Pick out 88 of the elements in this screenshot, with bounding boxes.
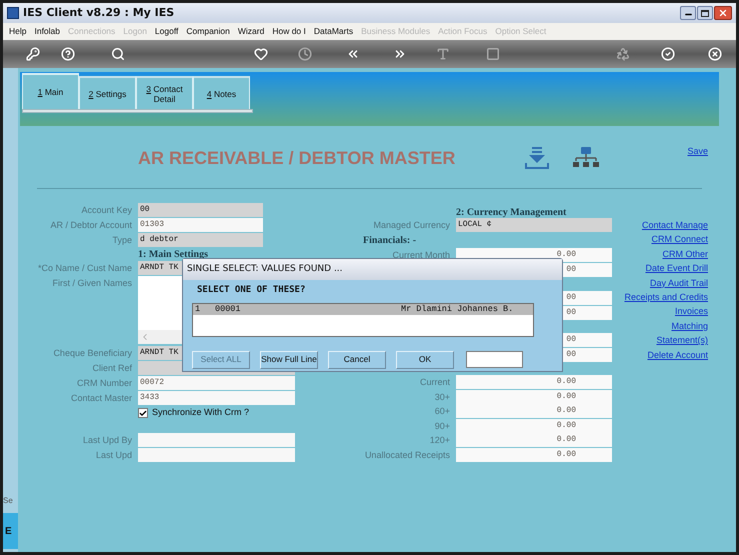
checkbox-label: Synchronize With Crm ? [152,406,250,420]
amount-field[interactable]: 0.00 [456,390,612,404]
field-label: Contact Master [70,392,132,405]
amount-field[interactable]: 0.00 [456,448,612,462]
menu-item[interactable]: How do I [272,25,306,38]
list-cell: Mr Dlamini Johannes B. [401,302,514,316]
field-label: 30+ [434,390,450,404]
field-label: CRM Number [76,377,132,390]
list-row[interactable]: 1 00001 Mr Dlamini Johannes B. [193,304,533,314]
heart-icon[interactable] [254,47,268,61]
field-label: Cheque Beneficiary [52,347,132,360]
side-tab[interactable]: E [3,513,18,549]
dialog-button[interactable]: Show Full Line [260,350,318,368]
menu-item[interactable]: Companion [186,25,230,38]
tab[interactable]: 3 Contact Detail [136,76,193,109]
amount-field[interactable]: 0.00 [456,433,612,447]
field-label: Managed Currency [372,219,450,232]
key-icon[interactable] [26,47,40,61]
save-link[interactable]: Save [687,145,708,158]
field-label: *Co Name / Cust Name [36,262,132,275]
side-link[interactable]: Contact Manage [642,218,708,232]
dialog-prompt: SELECT ONE OF THESE? [197,284,306,297]
field-label: 60+ [434,405,450,418]
tab[interactable]: 4 Notes [193,76,250,109]
dialog-button[interactable]: OK [396,350,454,368]
page-title: AR RECEIVABLE / DEBTOR MASTER [138,146,456,170]
search-input[interactable] [466,351,523,368]
text-field[interactable]: 3433 [138,391,295,405]
check-icon[interactable] [661,47,675,61]
field-label: 90+ [434,420,450,432]
menu-item[interactable]: Logoff [154,25,178,38]
menu-item[interactable]: Infolab [34,25,60,38]
app-icon [7,7,19,19]
text-field[interactable]: LOCAL ¢ [456,218,612,232]
text-field[interactable]: d debtor [138,233,263,247]
field-label: Unallocated Receipts [364,448,450,462]
text-field[interactable] [138,433,295,447]
section-heading: 2: Currency Management [456,206,566,218]
search-icon[interactable] [111,47,125,61]
tab[interactable]: 2 Settings [79,76,136,109]
close-icon[interactable] [708,47,722,61]
field-label: 120+ [428,434,450,447]
side-link[interactable]: Day Audit Trail [650,276,708,290]
field-label: Current Month [391,249,450,262]
field-label: First / Given Names [51,277,132,290]
side-link[interactable]: Statement(s) [656,333,708,348]
side-link[interactable]: CRM Other [662,246,708,262]
side-link[interactable]: CRM Connect [651,232,708,247]
side-link[interactable]: Matching [671,318,708,334]
download-tray-icon [524,146,550,170]
list-cell-text: 1 [194,302,202,316]
hierarchy-icon [572,146,600,170]
side-link[interactable]: Receipts and Credits [624,290,708,304]
menu-item[interactable]: Help [9,25,26,38]
help-icon[interactable] [61,47,75,61]
section-heading: Financials: - [363,235,416,246]
amount-field[interactable]: 0.00 [456,418,612,432]
field-label: AR / Debtor Account [49,219,132,232]
side-link[interactable]: Invoices [674,304,708,319]
amount-field[interactable]: 0.00 [456,404,612,418]
close-button[interactable] [714,6,732,20]
maximize-button[interactable] [697,6,713,20]
field-label: Current [418,376,450,389]
amount-field[interactable]: 0.00 [456,375,612,389]
menu-item[interactable]: Wizard [238,25,264,38]
dialog-button[interactable]: Cancel [328,350,386,368]
side-link[interactable]: Delete Account [647,348,708,362]
field-label: Last Upd By [82,434,132,447]
list-cell-text: 00001 [215,302,242,316]
field-label: Client Ref [91,362,132,375]
menu-item[interactable]: DataMarts [314,25,354,38]
text-field[interactable]: 00 [138,203,263,217]
section-heading: 1: Main Settings [138,249,208,260]
text-field[interactable]: 00072 [138,376,295,390]
field-label: Account Key [80,204,132,217]
minimize-button[interactable] [680,6,696,20]
text-field[interactable]: 01303 [138,218,263,232]
side-link[interactable]: Date Event Drill [645,261,708,276]
window-title: IES Client v8.29 : My IES [23,4,174,21]
field-label: Type [111,234,132,247]
field-label: Last Upd [94,449,132,462]
close-icon [718,8,728,18]
tab[interactable]: 1 Main [22,73,79,109]
side-label: Se [3,495,14,507]
text-field[interactable] [138,448,295,462]
dialog-title: SINGLE SELECT: VALUES FOUND ... [187,262,343,276]
maximize-icon [701,10,709,16]
checkbox[interactable] [138,408,148,418]
